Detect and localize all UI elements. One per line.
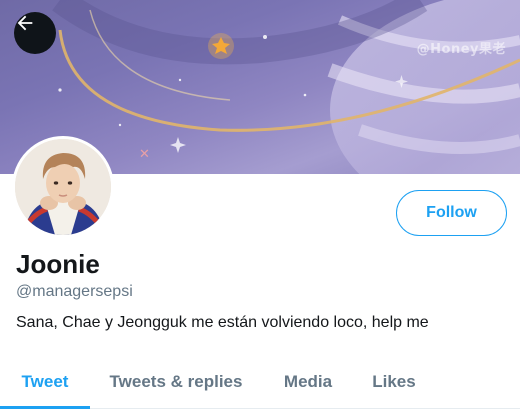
arrow-left-icon: [17, 15, 33, 31]
user-handle: @managersepsi: [16, 283, 133, 300]
svg-text:✕: ✕: [139, 147, 150, 162]
avatar[interactable]: [12, 136, 114, 238]
avatar-photo: [15, 139, 111, 235]
tab-likes[interactable]: Likes: [358, 355, 430, 409]
follow-button[interactable]: Follow: [396, 190, 507, 236]
tab-tweets-replies[interactable]: Tweets & replies: [96, 355, 256, 409]
display-name: Joonie: [16, 249, 100, 279]
profile-bio: Sana, Chae y Jeongguk me están volviendo…: [16, 314, 429, 331]
banner-watermark: @Honey果老: [416, 42, 506, 57]
tab-media[interactable]: Media: [270, 355, 346, 409]
back-button[interactable]: [14, 12, 56, 54]
tab-tweet[interactable]: Tweet: [0, 355, 90, 409]
active-tab-indicator: [0, 406, 90, 409]
profile-tabs: Tweet Tweets & replies Media Likes: [0, 355, 520, 409]
